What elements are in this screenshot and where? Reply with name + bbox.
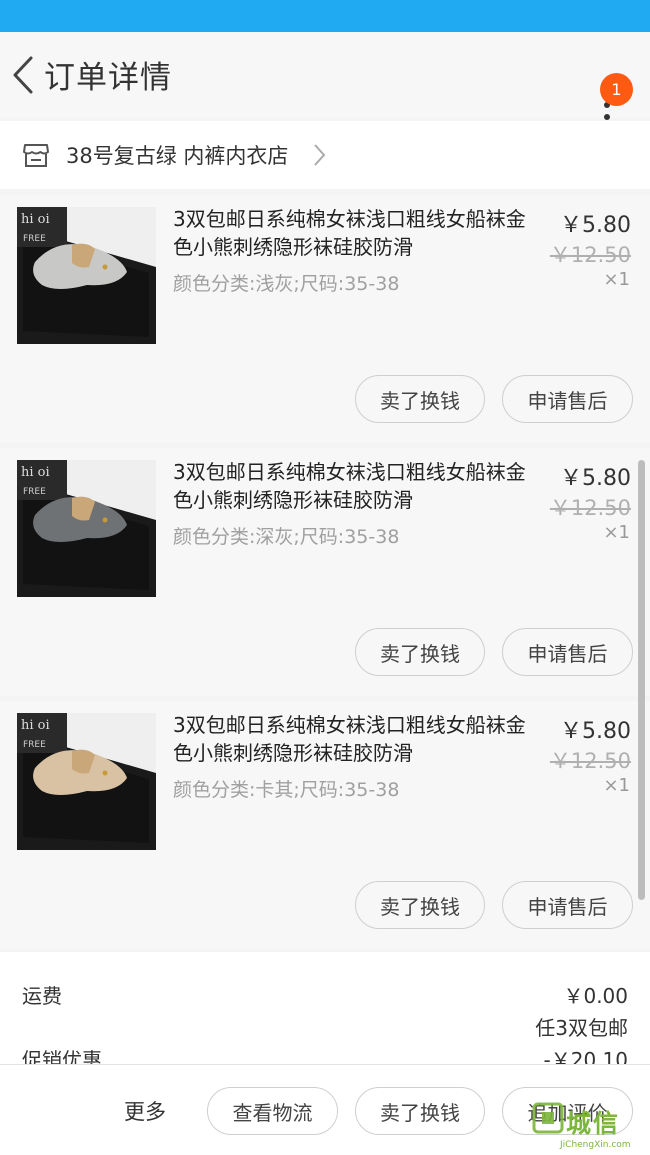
- product-image: hi oi FREE: [17, 460, 156, 597]
- sell-button[interactable]: 卖了换钱: [355, 375, 485, 423]
- scrollbar[interactable]: [638, 460, 645, 900]
- after-sales-button[interactable]: 申请售后: [502, 881, 633, 929]
- svg-text:FREE: FREE: [23, 740, 46, 750]
- product-price: ￥5.80: [560, 213, 631, 238]
- top-nav: 订单详情 1: [0, 32, 650, 120]
- product-image: hi oi FREE: [17, 713, 156, 850]
- store-icon: [23, 144, 49, 167]
- sell-button-bottom[interactable]: 卖了换钱: [355, 1087, 485, 1135]
- product-thumbnail[interactable]: hi oi FREE: [17, 460, 156, 597]
- product-price: ￥5.80: [560, 719, 631, 744]
- product-quantity: ×1: [603, 269, 630, 290]
- watermark-brand: 城信: [566, 1109, 621, 1138]
- page-title: 订单详情: [44, 60, 172, 96]
- shop-row[interactable]: 38号复古绿 内裤内衣店: [0, 121, 650, 189]
- original-price: ￥12.50: [549, 749, 631, 773]
- product-image: hi oi FREE: [17, 207, 156, 344]
- original-price: ￥12.50: [549, 243, 631, 267]
- svg-text:hi oi: hi oi: [21, 212, 50, 227]
- chevron-left-icon: [13, 56, 33, 94]
- dot-icon: [604, 114, 610, 120]
- after-sales-button[interactable]: 申请售后: [502, 628, 633, 676]
- product-variant: 颜色分类:深灰;尺码:35-38: [173, 526, 400, 548]
- product-title[interactable]: 3双包邮日系纯棉女袜浅口粗线女船袜金色小熊刺绣隐形袜硅胶防滑: [173, 711, 541, 767]
- watermark-url: JiChengXin.com: [560, 1140, 631, 1150]
- product-quantity: ×1: [603, 775, 630, 796]
- product-variant: 颜色分类:卡其;尺码:35-38: [173, 779, 400, 801]
- order-item[interactable]: hi oi FREE 3双包邮日系纯棉女袜浅口粗线女船袜金色小熊刺绣隐形袜硅胶防…: [0, 701, 650, 949]
- promo-note: 任3双包邮: [535, 1016, 628, 1040]
- original-price: ￥12.50: [549, 496, 631, 520]
- notification-badge: 1: [600, 73, 633, 106]
- more-button[interactable]: 更多: [124, 1096, 166, 1126]
- product-variant: 颜色分类:浅灰;尺码:35-38: [173, 273, 400, 295]
- chevron-right-icon: [314, 144, 326, 166]
- svg-text:hi oi: hi oi: [21, 718, 50, 733]
- order-item[interactable]: hi oi FREE 3双包邮日系纯棉女袜浅口粗线女船袜金色小熊刺绣隐形袜硅胶防…: [0, 195, 650, 443]
- order-item[interactable]: hi oi FREE 3双包邮日系纯棉女袜浅口粗线女船袜金色小熊刺绣隐形袜硅胶防…: [0, 448, 650, 696]
- sell-button[interactable]: 卖了换钱: [355, 628, 485, 676]
- shipping-label: 运费: [22, 984, 62, 1008]
- product-title[interactable]: 3双包邮日系纯棉女袜浅口粗线女船袜金色小熊刺绣隐形袜硅胶防滑: [173, 205, 541, 261]
- sell-button[interactable]: 卖了换钱: [355, 881, 485, 929]
- product-title[interactable]: 3双包邮日系纯棉女袜浅口粗线女船袜金色小熊刺绣隐形袜硅胶防滑: [173, 458, 541, 514]
- after-sales-button[interactable]: 申请售后: [502, 375, 633, 423]
- product-price: ￥5.80: [560, 466, 631, 491]
- order-summary: 运费 ￥0.00 任3双包邮 促销优惠 -￥20.10: [0, 952, 650, 1072]
- back-button[interactable]: [8, 54, 38, 96]
- shipping-value: ￥0.00: [563, 984, 628, 1008]
- svg-text:hi oi: hi oi: [21, 465, 50, 480]
- svg-text:FREE: FREE: [23, 487, 46, 497]
- product-thumbnail[interactable]: hi oi FREE: [17, 207, 156, 344]
- view-logistics-button[interactable]: 查看物流: [207, 1087, 338, 1135]
- svg-text:FREE: FREE: [23, 234, 46, 244]
- status-bar: [0, 0, 650, 32]
- shop-name: 38号复古绿 内裤内衣店: [66, 144, 289, 168]
- product-thumbnail[interactable]: hi oi FREE: [17, 713, 156, 850]
- product-quantity: ×1: [603, 522, 630, 543]
